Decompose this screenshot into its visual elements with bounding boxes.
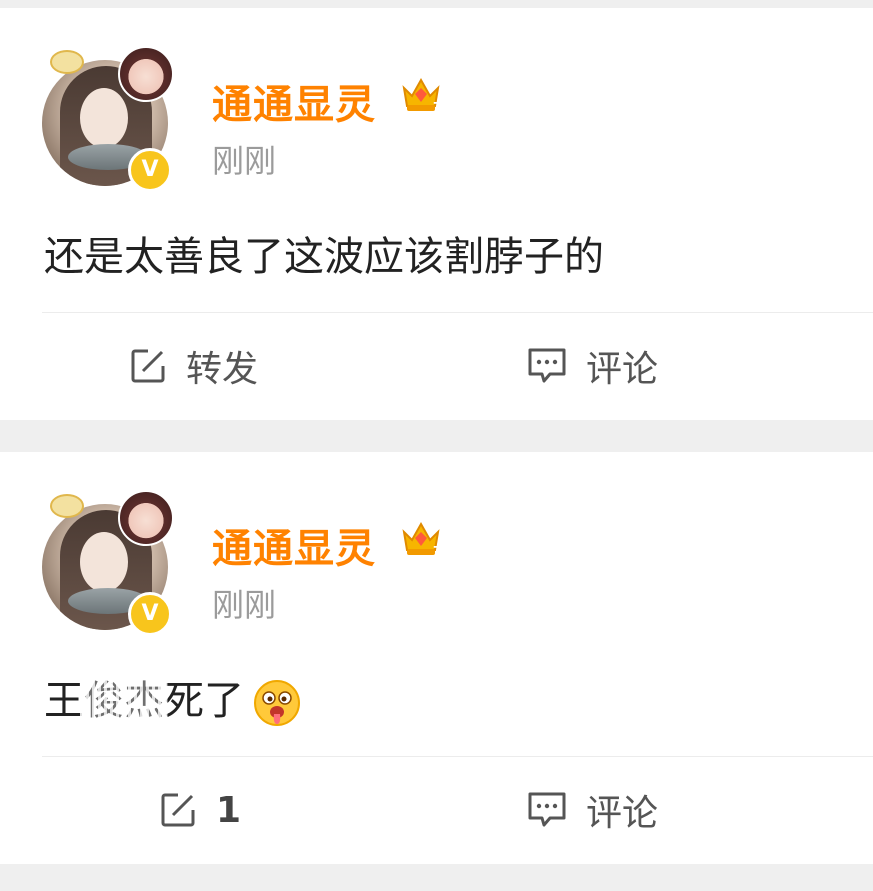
crown-badge-icon: 7 bbox=[402, 521, 441, 558]
censored-text: 俊杰 bbox=[80, 668, 168, 726]
username[interactable]: 通通显灵 bbox=[212, 516, 376, 574]
repost-button[interactable]: 转发 bbox=[128, 338, 258, 394]
post-card-1: V 通通显灵 7 刚刚 还是太善良了这波应该割脖子的 转发 评论 bbox=[0, 8, 873, 420]
divider bbox=[42, 312, 873, 313]
repost-count: 1 bbox=[216, 789, 242, 831]
repost-label: 转发 bbox=[186, 349, 259, 390]
avatar[interactable]: V bbox=[42, 490, 174, 636]
avatar-pendant-decoration bbox=[118, 46, 174, 102]
comment-button[interactable]: 评论 bbox=[526, 782, 658, 838]
comment-icon bbox=[528, 792, 566, 827]
post-text: 王俊杰死了 bbox=[44, 668, 302, 728]
repost-button[interactable]: 1 bbox=[158, 782, 241, 838]
post-card-2: V 通通显灵 7 刚刚 王俊杰死了 1 评论 bbox=[0, 452, 873, 864]
svg-text:7: 7 bbox=[433, 544, 441, 558]
verified-badge-icon: V bbox=[128, 148, 172, 192]
post-time: 刚刚 bbox=[212, 142, 277, 180]
comment-icon bbox=[528, 348, 566, 383]
drooling-face-emoji bbox=[254, 680, 300, 726]
avatar-pendant-decoration bbox=[118, 490, 174, 546]
post-text-suffix: 死了 bbox=[164, 678, 244, 724]
comment-label: 评论 bbox=[586, 793, 659, 834]
avatar-ribbon-decoration bbox=[50, 50, 84, 74]
divider bbox=[42, 756, 873, 757]
comment-button[interactable]: 评论 bbox=[526, 338, 658, 394]
svg-text:7: 7 bbox=[433, 100, 441, 114]
verified-badge-icon: V bbox=[128, 592, 172, 636]
post-text: 还是太善良了这波应该割脖子的 bbox=[44, 234, 604, 280]
avatar-ribbon-decoration bbox=[50, 494, 84, 518]
avatar[interactable]: V bbox=[42, 46, 174, 192]
comment-label: 评论 bbox=[586, 349, 659, 390]
repost-icon bbox=[161, 793, 195, 827]
post-time: 刚刚 bbox=[212, 586, 277, 624]
repost-icon bbox=[131, 349, 165, 383]
username[interactable]: 通通显灵 bbox=[212, 72, 376, 130]
crown-badge-icon: 7 bbox=[402, 77, 441, 114]
post-text-prefix: 王 bbox=[44, 678, 84, 724]
